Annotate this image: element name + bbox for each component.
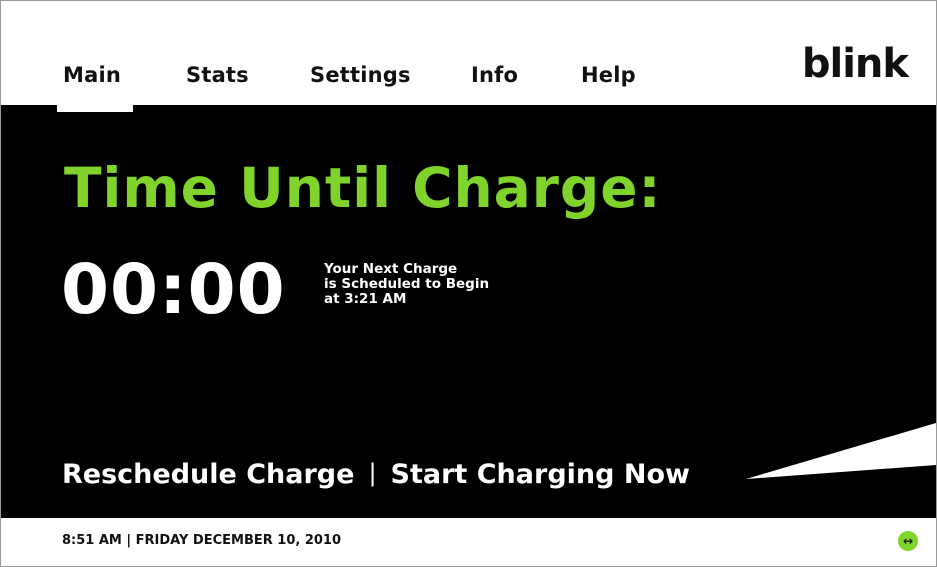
swap-arrows-icon[interactable]: ↔ bbox=[898, 531, 918, 551]
callout-pointer bbox=[746, 423, 936, 479]
start-charging-now-button[interactable]: Start Charging Now bbox=[391, 459, 690, 490]
action-separator: | bbox=[368, 459, 377, 487]
reschedule-charge-button[interactable]: Reschedule Charge bbox=[62, 459, 354, 490]
tab-info[interactable]: Info bbox=[471, 63, 518, 87]
active-tab-indicator bbox=[57, 105, 133, 112]
datetime-status: 8:51 AM | FRIDAY DECEMBER 10, 2010 bbox=[62, 533, 342, 548]
tab-help[interactable]: Help bbox=[581, 63, 636, 87]
charger-screen: Main Stats Settings Info Help blink Time… bbox=[0, 0, 937, 567]
tab-main[interactable]: Main bbox=[53, 63, 131, 105]
brand-logo: blink bbox=[801, 41, 909, 87]
tab-stats[interactable]: Stats bbox=[186, 63, 249, 87]
top-nav: Main Stats Settings Info Help blink bbox=[1, 1, 936, 105]
main-panel: Time Until Charge: 00:00 Your Next Charg… bbox=[1, 105, 936, 518]
tab-settings[interactable]: Settings bbox=[310, 63, 411, 87]
action-bar: Reschedule Charge | Start Charging Now bbox=[62, 461, 690, 488]
status-bar: 8:51 AM | FRIDAY DECEMBER 10, 2010 ↔ bbox=[1, 518, 936, 566]
